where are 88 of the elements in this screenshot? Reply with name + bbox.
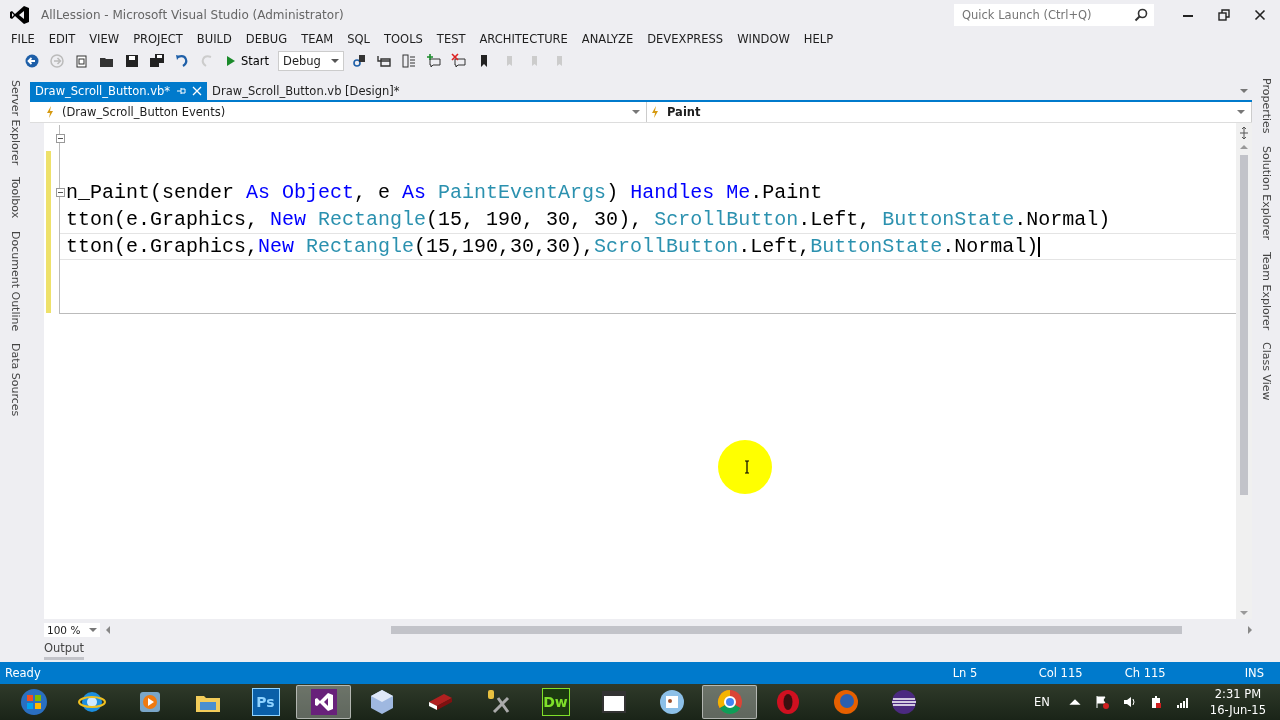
menu-item[interactable]: SQL (340, 32, 377, 46)
document-tab[interactable]: Draw_Scroll_Button.vb [Design]* (207, 82, 405, 100)
type-dropdown[interactable]: (Draw_Scroll_Button Events) (30, 102, 647, 122)
menu-item[interactable]: FILE (4, 32, 42, 46)
tool-window-tab[interactable]: Properties (1259, 78, 1273, 134)
scroll-right-icon[interactable] (1248, 626, 1252, 634)
lightning-icon (46, 106, 54, 118)
taskbar-button[interactable]: Dw (528, 685, 583, 719)
status-text: Ready (5, 666, 41, 680)
sphere-icon (889, 688, 918, 716)
caret-icon (1237, 110, 1245, 114)
tool-window-tab[interactable]: Document Outline (8, 230, 22, 331)
code-line: tton(e.Graphics, New Rectangle(15, 190, 30, 30), ScrollButton.Left, ButtonState.Normal) (66, 208, 1111, 231)
window-title: AllLession - Microsoft Visual Studio (Administrator) (41, 8, 344, 22)
tool-window-tab[interactable]: Class View (1259, 342, 1273, 401)
contact-card-icon (657, 688, 686, 716)
caret-icon (632, 110, 640, 114)
taskbar-button[interactable] (296, 685, 351, 719)
lightning-icon (651, 106, 659, 118)
text-cursor-icon (744, 460, 750, 474)
language-indicator[interactable]: EN (1033, 695, 1050, 709)
save-all-icon[interactable] (149, 53, 165, 69)
clock-date[interactable]: 16-Jun-15 (1209, 702, 1266, 718)
speaker-icon[interactable] (1121, 695, 1136, 709)
back-icon[interactable] (24, 53, 40, 69)
zoom-dropdown[interactable]: 100 % (44, 623, 100, 637)
tool-window-tab[interactable]: Solution Explorer (1259, 145, 1273, 240)
menu-item[interactable]: DEBUG (238, 32, 295, 46)
menu-item[interactable]: TOOLS (377, 32, 430, 46)
menu-item[interactable]: VIEW (82, 32, 127, 46)
collapse-icon[interactable] (56, 188, 65, 197)
list-icon[interactable] (401, 53, 418, 69)
clock-time[interactable]: 2:31 PM (1214, 686, 1262, 702)
menu-item[interactable]: WINDOW (730, 32, 797, 46)
menu-item[interactable]: ANALYZE (574, 32, 641, 46)
visual-studio-logo-icon (10, 5, 30, 25)
line-number: Ln 5 (952, 666, 979, 680)
collapse-icon[interactable] (56, 134, 65, 143)
menu-item[interactable]: PROJECT (126, 32, 190, 46)
tool-window-tab[interactable]: Toolbox (8, 177, 22, 219)
close-icon[interactable] (1254, 9, 1266, 21)
save-icon[interactable] (124, 53, 140, 69)
new-project-icon[interactable] (74, 53, 90, 69)
start-orb-icon (19, 688, 48, 716)
quick-launch-field[interactable]: Quick Launch (Ctrl+Q) (954, 4, 1154, 26)
add-comment-icon[interactable] (426, 53, 443, 69)
insert-mode: INS (1244, 666, 1264, 680)
menu-item[interactable]: ARCHITECTURE (472, 32, 575, 46)
output-tab[interactable]: Output (44, 640, 84, 660)
tab-list-icon[interactable] (1240, 89, 1248, 93)
search-icon (1134, 8, 1148, 22)
remove-comment-icon[interactable] (451, 53, 468, 69)
indent-icon[interactable] (376, 53, 393, 69)
menu-item[interactable]: DEVEXPRESS (640, 32, 731, 46)
document-tab[interactable]: Draw_Scroll_Button.vb* (30, 82, 208, 100)
tool-window-tab[interactable]: Data Sources (8, 342, 22, 417)
split-handle-icon[interactable] (1239, 127, 1249, 139)
scroll-left-icon[interactable] (106, 626, 110, 634)
window-icon (599, 688, 628, 716)
code-line: n_Paint(sender As Object, e As PaintEventArgs) Handles Me.Paint (66, 181, 823, 204)
flag-icon[interactable] (1094, 695, 1109, 709)
taskbar-button[interactable]: Ps (238, 685, 293, 719)
menu-item[interactable]: EDIT (41, 32, 83, 46)
ring-icon (715, 688, 744, 716)
play-icon (226, 55, 236, 67)
signal-icon[interactable] (1175, 695, 1190, 709)
column-number: Col 115 (1038, 666, 1084, 680)
find-icon[interactable] (351, 53, 368, 69)
member-dropdown[interactable]: Paint (647, 102, 1252, 122)
pin-icon[interactable] (176, 86, 187, 96)
scrollbar-thumb[interactable] (391, 626, 1182, 634)
restore-icon[interactable] (1218, 9, 1230, 21)
undo-icon[interactable] (174, 53, 190, 69)
menu-item[interactable]: TEAM (294, 32, 341, 46)
caret-icon (89, 628, 97, 632)
tool-window-tab[interactable]: Server Explorer (8, 80, 22, 166)
tool-window-tab[interactable]: Team Explorer (1259, 251, 1273, 331)
configuration-dropdown[interactable]: Debug (278, 51, 345, 71)
character-number: Ch 115 (1124, 666, 1167, 680)
menu-item[interactable]: HELP (796, 32, 841, 46)
menu-item[interactable]: BUILD (189, 32, 239, 46)
text-cursor (1038, 236, 1040, 257)
infinity-logo-icon (309, 688, 338, 716)
code-line: tton(e.Graphics,New Rectangle(15,190,30,30),ScrollButton.Left,ButtonState.Normal) (66, 235, 1039, 258)
start-button[interactable]: Start (222, 54, 274, 68)
menu-item[interactable]: TEST (429, 32, 473, 46)
scrollbar-thumb[interactable] (1240, 155, 1248, 495)
caret-icon (331, 59, 340, 63)
